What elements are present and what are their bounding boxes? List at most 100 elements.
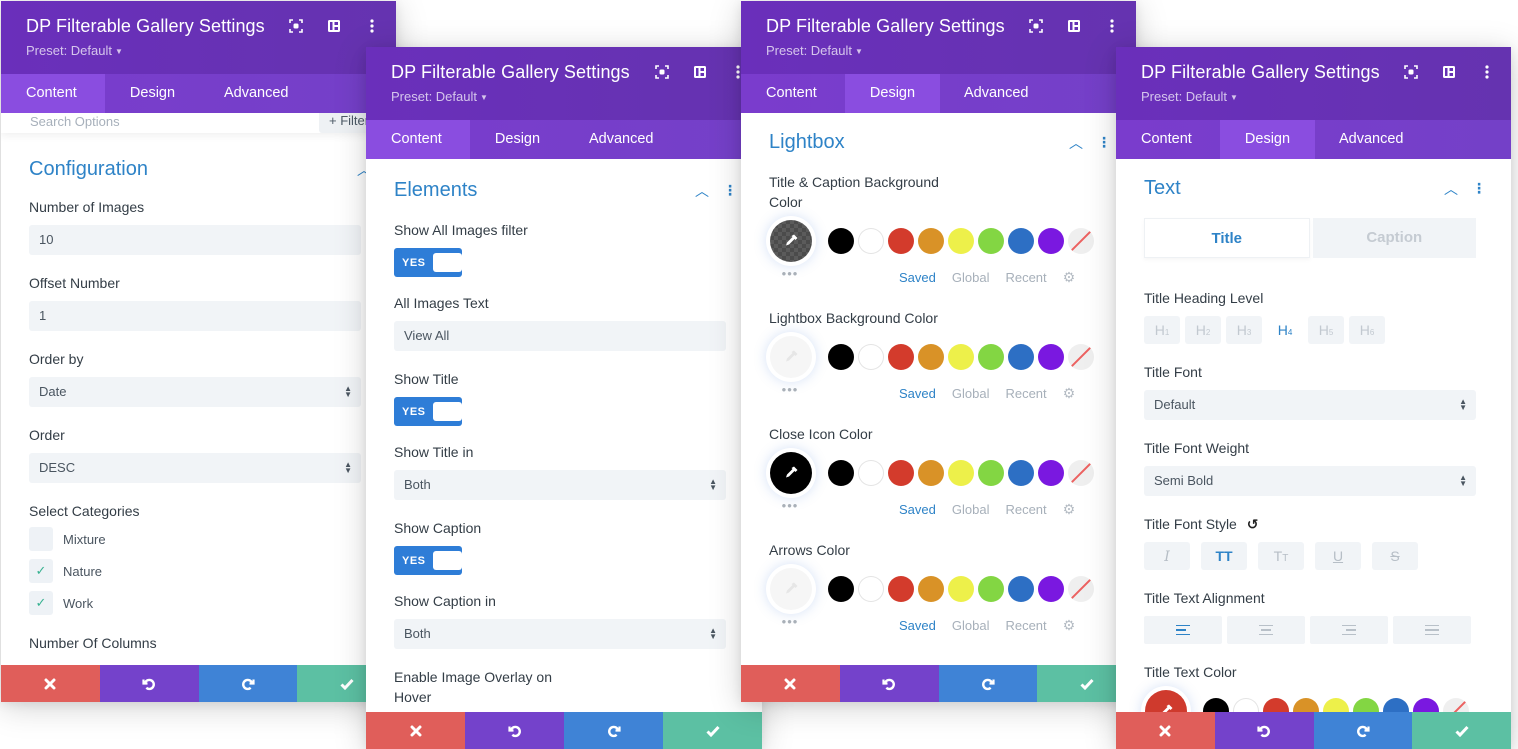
swatch-purple[interactable] [1038, 460, 1064, 486]
section-more-icon[interactable]: ⋮ [1097, 134, 1111, 151]
chevron-up-icon[interactable]: ︿ [1069, 133, 1083, 153]
heading-level-h3[interactable]: H3 [1226, 316, 1262, 344]
swatch-purple[interactable] [1038, 344, 1064, 370]
preset-selector[interactable]: Preset: Default ▼ [1141, 89, 1486, 104]
redo-button[interactable] [938, 665, 1038, 702]
title-font-select[interactable]: Default ▲ ▼ [1144, 390, 1476, 420]
redo-button[interactable] [198, 665, 298, 702]
undo-button[interactable] [465, 712, 564, 749]
swatch-none[interactable] [1068, 344, 1094, 370]
subtab-title[interactable]: Title [1144, 218, 1310, 258]
section-header-lightbox[interactable]: Lightbox ︿ ⋮ [769, 131, 1111, 154]
category-checkbox-nature[interactable]: ✓ Nature [29, 555, 366, 587]
more-options-icon[interactable] [1479, 64, 1495, 80]
swatch-orange[interactable] [918, 576, 944, 602]
align-left-icon[interactable] [1144, 616, 1222, 644]
undo-button[interactable] [99, 665, 199, 702]
show-caption-toggle[interactable]: YES [394, 546, 462, 575]
fullscreen-icon[interactable] [288, 18, 304, 34]
swatch-red[interactable] [888, 344, 914, 370]
swatch-yellow[interactable] [948, 460, 974, 486]
palette-tab-recent[interactable]: Recent [1005, 618, 1046, 633]
fullscreen-icon[interactable] [1028, 18, 1044, 34]
redo-button[interactable] [1313, 712, 1413, 749]
show-caption-in-select[interactable]: Both ▲ ▼ [394, 619, 726, 649]
palette-tab-saved[interactable]: Saved [899, 386, 936, 401]
palette-tab-global[interactable]: Global [952, 502, 990, 517]
section-header-elements[interactable]: Elements ︿ ⋮ [394, 179, 737, 202]
split-view-icon[interactable] [1441, 64, 1457, 80]
font-style-italic[interactable]: I [1144, 542, 1190, 570]
section-header-text[interactable]: Text ︿ ⋮ [1144, 177, 1486, 200]
tab-design[interactable]: Design [470, 120, 565, 159]
swatch-none[interactable] [1068, 460, 1094, 486]
heading-level-h5[interactable]: H5 [1308, 316, 1344, 344]
swatch-green[interactable] [978, 460, 1004, 486]
font-style-capitalize[interactable]: TT [1258, 542, 1304, 570]
tab-advanced[interactable]: Advanced [1315, 120, 1429, 159]
order-by-select[interactable]: Date ▲ ▼ [29, 377, 361, 407]
swatch-green[interactable] [978, 228, 1004, 254]
tab-content[interactable]: Content [741, 74, 845, 113]
section-more-icon[interactable]: ⋮ [723, 182, 737, 199]
palette-tab-global[interactable]: Global [952, 618, 990, 633]
order-select[interactable]: DESC ▲ ▼ [29, 453, 361, 483]
palette-tab-recent[interactable]: Recent [1005, 270, 1046, 285]
save-button[interactable] [1412, 712, 1511, 749]
category-checkbox-work[interactable]: ✓ Work [29, 587, 366, 619]
heading-level-h2[interactable]: H2 [1185, 316, 1221, 344]
swatch-red[interactable] [888, 460, 914, 486]
fullscreen-icon[interactable] [1403, 64, 1419, 80]
swatch-white[interactable] [858, 344, 884, 370]
current-color-eyedropper[interactable] [1145, 690, 1187, 712]
swatch-none[interactable] [1068, 228, 1094, 254]
gear-icon[interactable]: ⚙ [1063, 501, 1076, 518]
split-view-icon[interactable] [1066, 18, 1082, 34]
split-view-icon[interactable] [326, 18, 342, 34]
more-dots-icon[interactable]: ••• [769, 266, 811, 281]
font-style-uppercase[interactable]: TT [1201, 542, 1247, 570]
font-style-underline[interactable]: U [1315, 542, 1361, 570]
swatch-yellow[interactable] [948, 576, 974, 602]
swatch-black[interactable] [828, 576, 854, 602]
cancel-button[interactable] [741, 665, 840, 702]
swatch-orange[interactable] [1293, 698, 1319, 712]
align-center-icon[interactable] [1227, 616, 1305, 644]
tab-content[interactable]: Content [1, 74, 105, 113]
number-of-images-input[interactable]: 10 [29, 225, 361, 255]
fullscreen-icon[interactable] [654, 64, 670, 80]
swatch-white[interactable] [1233, 698, 1259, 712]
palette-tab-saved[interactable]: Saved [899, 502, 936, 517]
palette-tab-recent[interactable]: Recent [1005, 386, 1046, 401]
swatch-yellow[interactable] [948, 344, 974, 370]
redo-button[interactable] [564, 712, 663, 749]
swatch-none[interactable] [1068, 576, 1094, 602]
palette-tab-saved[interactable]: Saved [899, 618, 936, 633]
swatch-blue[interactable] [1008, 460, 1034, 486]
swatch-green[interactable] [1353, 698, 1379, 712]
more-options-icon[interactable] [364, 18, 380, 34]
heading-level-h6[interactable]: H6 [1349, 316, 1385, 344]
tab-advanced[interactable]: Advanced [565, 120, 679, 159]
swatch-black[interactable] [1203, 698, 1229, 712]
swatch-red[interactable] [1263, 698, 1289, 712]
chevron-up-icon[interactable]: ︿ [1444, 179, 1458, 199]
tab-advanced[interactable]: Advanced [200, 74, 314, 113]
more-dots-icon[interactable]: ••• [769, 614, 811, 629]
tab-content[interactable]: Content [366, 120, 470, 159]
font-style-strikethrough[interactable]: S [1372, 542, 1418, 570]
undo-button[interactable] [839, 665, 939, 702]
show-title-toggle[interactable]: YES [394, 397, 462, 426]
section-header-configuration[interactable]: Configuration ︿ [29, 158, 371, 181]
preset-selector[interactable]: Preset: Default ▼ [26, 43, 371, 58]
current-color-eyedropper[interactable] [770, 336, 812, 378]
swatch-orange[interactable] [918, 344, 944, 370]
current-color-eyedropper[interactable] [770, 220, 812, 262]
show-title-in-select[interactable]: Both ▲ ▼ [394, 470, 726, 500]
swatch-black[interactable] [828, 460, 854, 486]
swatch-none[interactable] [1443, 698, 1469, 712]
tab-design[interactable]: Design [845, 74, 940, 113]
swatch-green[interactable] [978, 576, 1004, 602]
checkbox-checked[interactable]: ✓ [29, 591, 53, 615]
swatch-white[interactable] [858, 460, 884, 486]
